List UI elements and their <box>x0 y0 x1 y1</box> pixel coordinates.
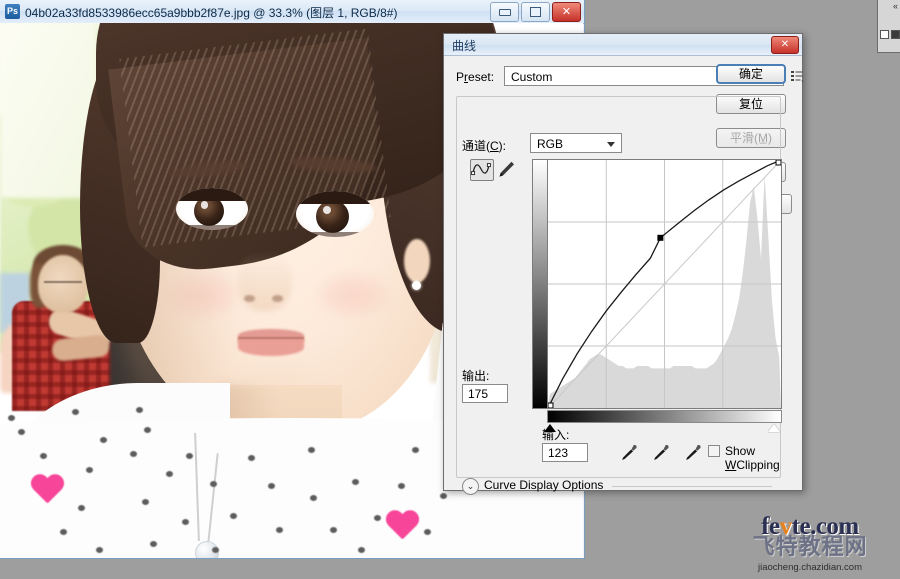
ok-button[interactable]: 确定 <box>716 64 786 84</box>
panel-tab-icon-1[interactable] <box>880 30 889 39</box>
output-gradient-bar <box>533 160 548 408</box>
white-point-eyedropper[interactable] <box>682 443 702 461</box>
document-title: 04b02a33fd8533986ecc65a9bbb2f87e.jpg @ 3… <box>25 6 398 20</box>
subject-eyelash-left <box>176 188 248 201</box>
output-label: 输出: <box>462 369 490 383</box>
subject-lower-lip <box>238 339 304 356</box>
maximize-icon <box>530 7 541 17</box>
minimize-button[interactable] <box>490 2 519 22</box>
black-point-eyedropper[interactable] <box>618 443 638 461</box>
preset-menu-icon[interactable] <box>790 69 804 83</box>
preset-label: Preset: <box>456 70 495 84</box>
subject-ear <box>404 239 430 283</box>
subject-eyelash-right <box>296 191 374 204</box>
subject-earring <box>412 281 421 290</box>
channel-value: RGB <box>537 137 564 151</box>
channel-label: 通道(C): <box>462 139 507 153</box>
watermark: fevte.com 飞特教程网 jiaocheng.chazidian.com <box>735 514 885 574</box>
double-chevron-down-icon[interactable]: ⌄ <box>462 478 479 495</box>
maximize-button[interactable] <box>521 2 550 22</box>
shirt-heart-right <box>385 511 419 541</box>
curve-pen-icon[interactable] <box>470 159 494 181</box>
watermark-url: jiaocheng.chazidian.com <box>757 562 863 573</box>
background-person-glasses <box>44 281 82 290</box>
subject-nostril-right <box>272 295 283 302</box>
show-clipping-label: Show WClipping <box>725 444 780 472</box>
curve-display-options-row[interactable]: ⌄ Curve Display Options <box>462 478 772 495</box>
docked-panel-sliver[interactable]: « <box>877 0 900 53</box>
curves-dialog-title: 曲线 <box>452 39 477 53</box>
watermark-chinese: 飞特教程网 <box>752 534 868 559</box>
subject-nostril-left <box>244 295 255 302</box>
subject-blush-left <box>168 273 238 317</box>
curve-plot-area[interactable] <box>548 160 781 408</box>
curve-point-black-point <box>548 402 554 408</box>
show-clipping-checkbox[interactable] <box>708 445 720 457</box>
preset-value: Custom <box>511 70 553 84</box>
input-gradient-bar <box>547 410 782 423</box>
gray-point-eyedropper[interactable] <box>650 443 670 461</box>
panel-tab-icon-2[interactable] <box>891 30 900 39</box>
curve-plot-svg[interactable] <box>548 160 781 408</box>
input-value-field[interactable]: 123 <box>542 443 588 462</box>
panel-collapse-chevron-icon[interactable]: « <box>893 2 898 11</box>
curves-dialog-titlebar[interactable]: 曲线 ✕ <box>444 34 802 56</box>
document-titlebar[interactable]: Ps 04b02a33fd8533986ecc65a9bbb2f87e.jpg … <box>0 0 584 24</box>
output-value-field[interactable]: 175 <box>462 384 508 403</box>
input-gradient-row <box>532 410 782 432</box>
curve-display-options-label: Curve Display Options <box>484 478 604 492</box>
subject-lower-lash-left <box>181 225 243 230</box>
close-button[interactable]: ✕ <box>552 2 581 22</box>
input-label: 输入: <box>542 428 570 442</box>
shirt-heart-left <box>30 475 64 505</box>
minimize-icon <box>498 8 511 16</box>
subject-iris-right <box>316 200 349 233</box>
curves-dialog[interactable]: 曲线 ✕ Preset: Custom 确定 复位 平滑(M̲) 自动(A̲) … <box>443 33 804 495</box>
panel-tab-icons[interactable] <box>880 30 900 39</box>
pencil-icon[interactable] <box>496 160 516 178</box>
section-divider <box>612 486 772 487</box>
photoshop-ps-icon: Ps <box>5 4 20 19</box>
window-controls[interactable]: ✕ <box>490 2 581 22</box>
subject-eye-right <box>296 191 374 237</box>
subject-nose <box>238 251 292 311</box>
curve-point-white-point <box>775 160 781 166</box>
input-value: 123 <box>548 446 569 460</box>
channel-dropdown[interactable]: RGB <box>530 133 622 153</box>
curve-point-mid-point <box>657 234 664 241</box>
white-input-slider[interactable] <box>768 424 780 432</box>
chevron-down-icon <box>607 142 615 147</box>
subject-eye-left <box>176 188 248 230</box>
curves-close-button[interactable]: ✕ <box>771 36 799 54</box>
subject-lip-line <box>238 337 304 339</box>
photoshop-workspace: « Ps 04b02a33fd8533986ecc65a9bbb2f87e.jp… <box>0 0 900 579</box>
subject-blush-right <box>318 273 388 317</box>
output-value: 175 <box>468 387 489 401</box>
curve-graph[interactable] <box>532 159 782 409</box>
subject-lower-lash-right <box>302 232 368 237</box>
